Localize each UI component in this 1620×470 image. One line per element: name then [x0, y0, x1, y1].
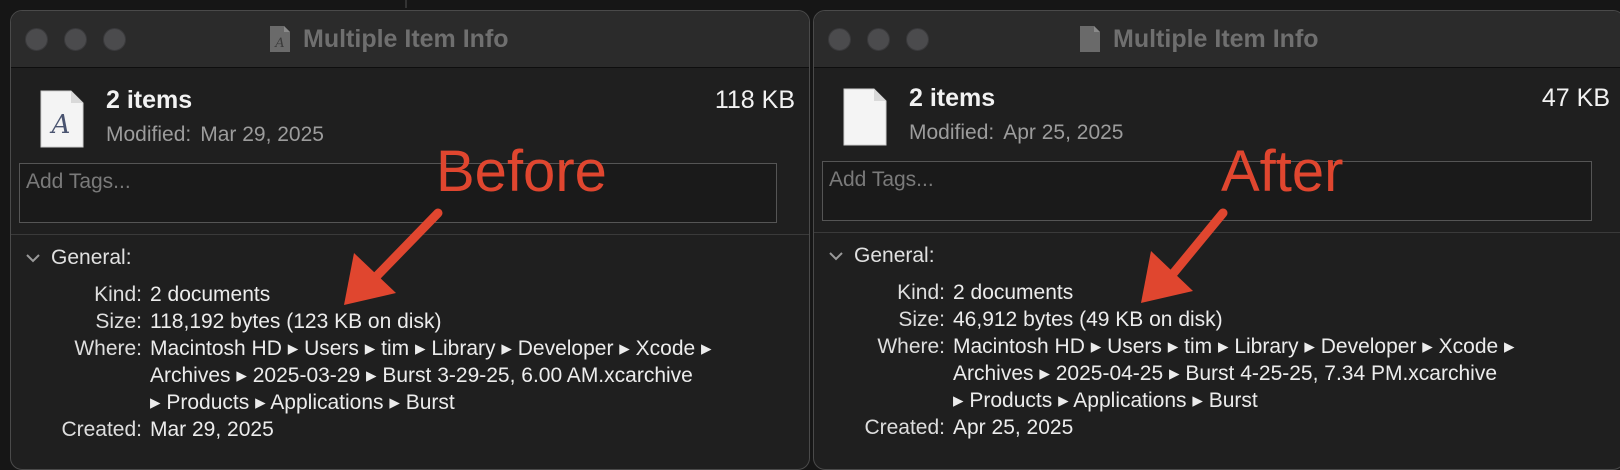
- modified-label: Modified:: [909, 121, 995, 144]
- where-path[interactable]: Macintosh HD ▸ Users ▸ tim ▸ Library ▸ D…: [945, 333, 1604, 414]
- modified-value: Apr 25, 2025: [1003, 121, 1124, 144]
- text-document-icon: A: [40, 90, 84, 148]
- window-title-text: Multiple Item Info: [303, 24, 509, 53]
- where-path-line: Macintosh HD ▸ Users ▸ tim ▸ Library ▸ D…: [150, 337, 712, 360]
- tags-placeholder: Add Tags...: [829, 168, 934, 191]
- items-count: 2 items: [106, 86, 193, 114]
- general-disclosure[interactable]: General:: [25, 243, 132, 273]
- title-bar[interactable]: A Multiple Item Info: [11, 11, 809, 68]
- blank-document-icon: [843, 88, 887, 146]
- where-path-line: Macintosh HD ▸ Users ▸ tim ▸ Library ▸ D…: [953, 335, 1515, 358]
- where-path-line: Archives ▸ 2025-04-25 ▸ Burst 4-25-25, 7…: [953, 362, 1498, 385]
- created-row: Created: Apr 25, 2025: [814, 414, 1604, 441]
- text-document-icon: A: [270, 26, 290, 52]
- total-size: 118 KB: [714, 86, 795, 114]
- total-size: 47 KB: [1541, 84, 1610, 112]
- size-value: 46,912 bytes (49 KB on disk): [953, 308, 1223, 331]
- chevron-down-icon[interactable]: [828, 250, 844, 262]
- size-label: Size:: [95, 310, 142, 333]
- background-divider: [405, 0, 407, 8]
- created-label: Created:: [61, 418, 142, 441]
- chevron-down-icon[interactable]: [25, 252, 41, 264]
- created-value: Mar 29, 2025: [150, 418, 274, 441]
- minimize-button[interactable]: [64, 28, 87, 51]
- svg-text:A: A: [50, 110, 71, 140]
- general-disclosure[interactable]: General:: [828, 241, 935, 271]
- where-path-line: Archives ▸ 2025-03-29 ▸ Burst 3-29-25, 6…: [150, 364, 693, 387]
- summary-header: 2 items Modified: Apr 25, 2025 47 KB: [814, 68, 1620, 164]
- window-title: A Multiple Item Info: [269, 21, 509, 57]
- window-title-text: Multiple Item Info: [1113, 24, 1319, 53]
- created-row: Created: Mar 29, 2025: [11, 416, 801, 443]
- created-value: Apr 25, 2025: [953, 416, 1074, 439]
- size-label: Size:: [898, 308, 945, 331]
- kind-label: Kind:: [94, 283, 142, 306]
- kind-value: 2 documents: [953, 281, 1074, 304]
- general-label: General:: [854, 244, 935, 267]
- created-label: Created:: [864, 416, 945, 439]
- where-row: Where: Macintosh HD ▸ Users ▸ tim ▸ Libr…: [11, 335, 801, 416]
- where-row: Where: Macintosh HD ▸ Users ▸ tim ▸ Libr…: [814, 333, 1604, 414]
- window-title: Multiple Item Info: [1079, 21, 1319, 57]
- items-count: 2 items: [909, 84, 996, 112]
- svg-text:A: A: [274, 36, 284, 51]
- before-annotation: Before: [436, 139, 607, 204]
- where-path[interactable]: Macintosh HD ▸ Users ▸ tim ▸ Library ▸ D…: [142, 335, 801, 416]
- kind-label: Kind:: [897, 281, 945, 304]
- kind-value: 2 documents: [150, 283, 271, 306]
- summary-header: A 2 items Modified: Mar 29, 2025 118 KB: [11, 68, 809, 164]
- modified-row: Modified: Mar 29, 2025: [106, 123, 324, 147]
- where-label: Where:: [877, 335, 945, 358]
- close-button[interactable]: [828, 28, 851, 51]
- after-arrow-icon: [1141, 208, 1228, 303]
- before-arrow-icon: [344, 208, 443, 305]
- where-label: Where:: [74, 337, 142, 360]
- after-annotation: After: [1221, 139, 1344, 204]
- modified-label: Modified:: [106, 123, 192, 146]
- blank-document-icon: [1080, 26, 1100, 52]
- tags-placeholder: Add Tags...: [26, 170, 131, 193]
- where-path-line: ▸ Products ▸ Applications ▸ Burst: [150, 391, 455, 414]
- where-path-line: ▸ Products ▸ Applications ▸ Burst: [953, 389, 1258, 412]
- modified-row: Modified: Apr 25, 2025: [909, 121, 1123, 145]
- modified-value: Mar 29, 2025: [200, 123, 324, 146]
- close-button[interactable]: [25, 28, 48, 51]
- zoom-button[interactable]: [103, 28, 126, 51]
- general-label: General:: [51, 246, 132, 269]
- minimize-button[interactable]: [867, 28, 890, 51]
- size-value: 118,192 bytes (123 KB on disk): [150, 310, 442, 333]
- title-bar[interactable]: Multiple Item Info: [814, 11, 1620, 68]
- zoom-button[interactable]: [906, 28, 929, 51]
